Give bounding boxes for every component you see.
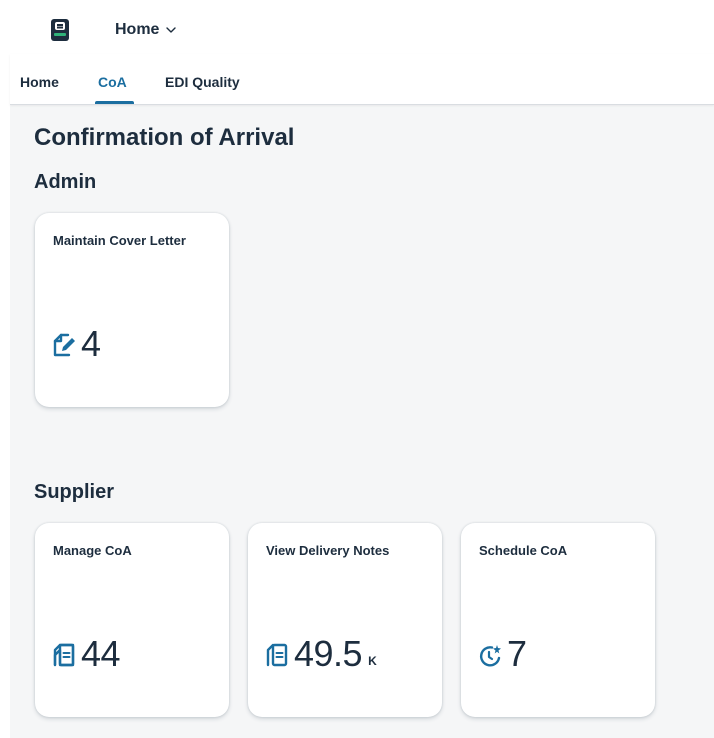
tile-kpi-scale: K (368, 654, 377, 668)
tile-kpi-value: 49.5 (294, 633, 363, 674)
logo-bar-icon (54, 33, 66, 36)
documents-icon (266, 643, 288, 667)
app-title-menu[interactable]: Home (115, 21, 177, 39)
tile-maintain-cover-letter[interactable]: Maintain Cover Letter 4 (35, 213, 229, 407)
tile-manage-coa[interactable]: Manage CoA 44 (35, 523, 229, 717)
tile-kpi-value: 44 (81, 633, 121, 674)
tile-view-delivery-notes[interactable]: View Delivery Notes 49.5 K (248, 523, 442, 717)
documents-icon (53, 643, 75, 667)
logo-mark-icon (55, 22, 65, 30)
space-tab-bar: Home CoA EDI Quality (10, 54, 714, 105)
tile-kpi: 44 (51, 633, 121, 674)
selected-tab-indicator (95, 101, 134, 104)
tile-title: Manage CoA (53, 543, 132, 558)
tile-kpi: 49.5 K (264, 636, 377, 672)
chevron-down-icon (166, 27, 177, 33)
tile-kpi-value: 4 (81, 323, 101, 364)
scheduled-night-icon (479, 645, 501, 667)
tab-coa[interactable]: CoA (98, 74, 127, 90)
tile-title: Schedule CoA (479, 543, 568, 558)
launchpad-frame: Home Home CoA EDI Quality Confirmation o… (10, 9, 714, 738)
section-title-admin: Admin (34, 171, 97, 193)
document-edit-icon (53, 333, 75, 357)
app-title: Home (115, 21, 160, 38)
tile-title: View Delivery Notes (266, 543, 390, 558)
section-title-supplier: Supplier (34, 481, 115, 503)
tile-kpi: 7 (477, 636, 527, 672)
shell-bar: Home (10, 9, 714, 54)
tile-kpi-value: 7 (507, 633, 527, 674)
tab-home[interactable]: Home (20, 74, 59, 90)
tile-kpi: 4 (51, 326, 101, 362)
tab-edi-quality[interactable]: EDI Quality (165, 74, 240, 90)
company-logo[interactable] (51, 19, 69, 41)
tile-schedule-coa[interactable]: Schedule CoA 7 (461, 523, 655, 717)
page-title: Confirmation of Arrival (34, 124, 295, 151)
tile-title: Maintain Cover Letter (53, 233, 186, 248)
